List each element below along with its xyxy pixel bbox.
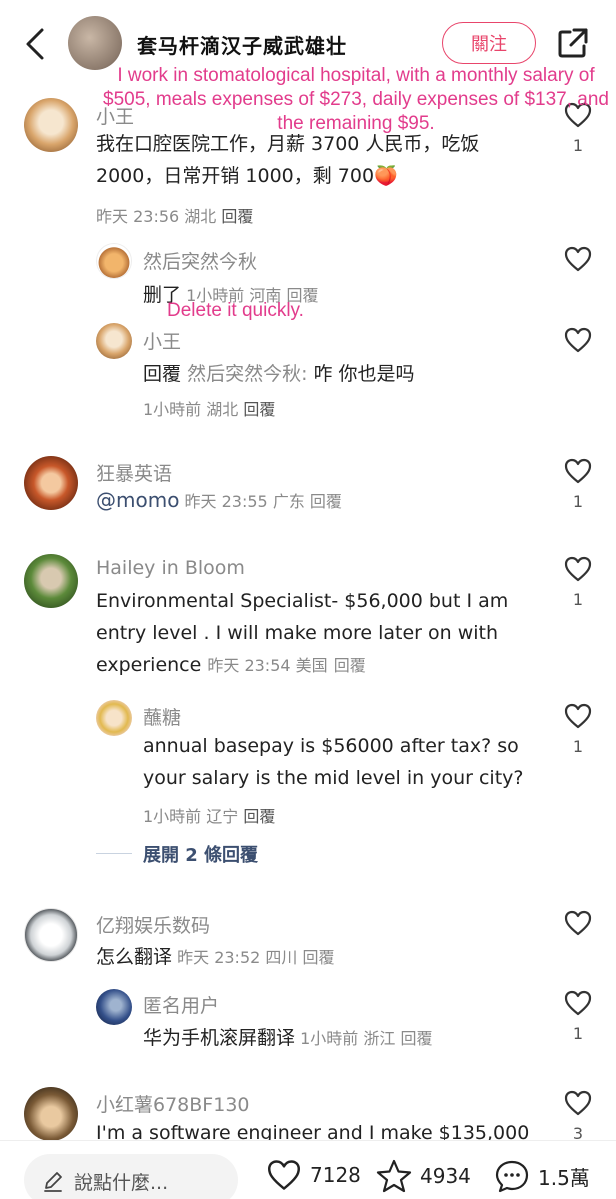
share-icon[interactable] <box>556 26 590 60</box>
like-heart-icon[interactable] <box>564 458 592 484</box>
comment-body: 怎么翻译 昨天 23:52 四川 回覆 <box>96 946 335 968</box>
comment-button[interactable]: 1.5萬 <box>494 1159 590 1193</box>
like-count: 1 <box>572 136 584 155</box>
favorite-button[interactable]: 4934 <box>376 1159 471 1193</box>
avatar[interactable] <box>24 98 78 152</box>
like-count: 1 <box>572 492 584 511</box>
reply-username[interactable]: 然后突然今秋 <box>143 247 257 274</box>
translation-overlay: I work in stomatological hospital, with … <box>103 65 609 134</box>
avatar[interactable] <box>96 323 132 359</box>
comment-username[interactable]: 小红薯678BF130 <box>96 1090 250 1117</box>
star-icon <box>376 1159 412 1193</box>
reply-username[interactable]: 匿名用户 <box>143 991 219 1018</box>
avatar[interactable] <box>96 243 132 279</box>
reply-link[interactable]: 回覆 <box>310 492 342 511</box>
follow-button[interactable]: 關注 <box>442 22 536 64</box>
reply-link[interactable]: 回覆 <box>243 807 275 826</box>
comment-total: 1.5萬 <box>538 1165 590 1190</box>
comment-input-placeholder: 說點什麼... <box>74 1172 169 1194</box>
like-total: 7128 <box>310 1163 361 1187</box>
expand-replies-button[interactable]: 展開 2 條回覆 <box>143 841 258 867</box>
translation-overlay: Delete it quickly. <box>167 300 304 321</box>
avatar[interactable] <box>96 700 132 736</box>
comment-body: @momo 昨天 23:55 广东 回覆 <box>96 488 342 512</box>
like-count: 1 <box>572 590 584 609</box>
like-heart-icon[interactable] <box>564 556 592 582</box>
comment-bubble-icon <box>495 1160 529 1193</box>
back-icon[interactable] <box>22 26 52 62</box>
like-heart-icon[interactable] <box>564 910 592 936</box>
author-avatar[interactable] <box>68 16 122 70</box>
expand-divider <box>96 853 132 854</box>
reply-link[interactable]: 回覆 <box>400 1029 432 1048</box>
avatar[interactable] <box>24 456 78 510</box>
like-button[interactable]: 7128 <box>266 1159 361 1191</box>
reply-body: 华为手机滚屏翻译 1小時前 浙江 回覆 <box>143 1027 433 1049</box>
reply-link[interactable]: 回覆 <box>334 656 366 675</box>
comment-username[interactable]: 狂暴英语 <box>96 459 172 486</box>
peach-emoji-icon: 🍑 <box>374 165 398 187</box>
like-heart-icon[interactable] <box>564 1090 592 1116</box>
reply-link[interactable]: 回覆 <box>243 400 275 419</box>
avatar[interactable] <box>24 908 78 962</box>
reply-meta: 1小時前 湖北 回覆 <box>143 400 276 419</box>
bottom-action-bar: 說點什麼... 7128 4934 1.5萬 <box>0 1140 616 1199</box>
reply-username[interactable]: 小王 <box>143 327 181 354</box>
like-count: 1 <box>572 1024 584 1043</box>
reply-username[interactable]: 蘸糖 <box>143 703 181 730</box>
favorite-total: 4934 <box>420 1164 471 1188</box>
comment-text: 我在口腔医院工作，月薪 3700 人民币，吃饭 2000，日常开销 1000，剩… <box>96 133 480 187</box>
mention-link[interactable]: @momo <box>96 488 179 512</box>
comment-username[interactable]: 亿翔娱乐数码 <box>96 911 210 938</box>
like-heart-icon[interactable] <box>564 327 592 353</box>
reply-text: annual basepay is $56000 after tax? so y… <box>143 735 524 789</box>
reply-text: 回覆 然后突然今秋: 咋 你也是吗 <box>143 363 415 385</box>
comment-username[interactable]: Hailey in Bloom <box>96 557 245 579</box>
reply-link[interactable]: 回覆 <box>221 207 253 226</box>
reply-link[interactable]: 回覆 <box>303 948 335 967</box>
comment-meta: 昨天 23:56 湖北 回覆 <box>96 207 254 226</box>
like-heart-icon[interactable] <box>564 246 592 272</box>
avatar[interactable] <box>96 989 132 1025</box>
reply-meta: 1小時前 辽宁 回覆 <box>143 807 276 826</box>
comment-text: Environmental Specialist- $56,000 but I … <box>96 590 509 676</box>
avatar[interactable] <box>24 554 78 608</box>
like-heart-icon[interactable] <box>564 703 592 729</box>
comment-input[interactable]: 說點什麼... <box>24 1154 238 1199</box>
heart-icon <box>268 1160 300 1190</box>
pencil-icon <box>42 1170 64 1192</box>
author-name[interactable]: 套马杆滴汉子威武雄壮 <box>137 30 347 59</box>
avatar[interactable] <box>24 1087 78 1141</box>
like-count: 1 <box>572 737 584 756</box>
like-heart-icon[interactable] <box>564 990 592 1016</box>
